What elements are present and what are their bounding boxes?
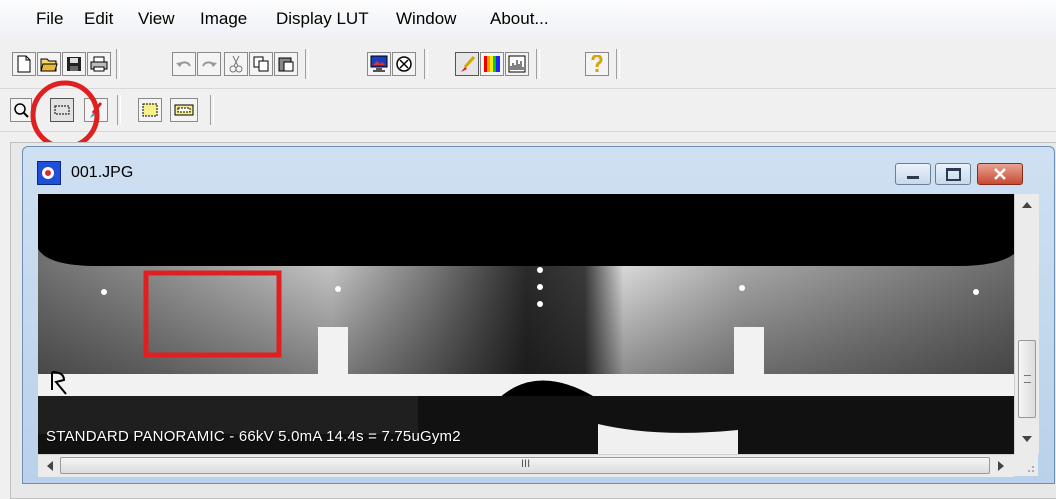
vertical-scrollbar[interactable] [1014, 194, 1039, 454]
rectangle-select-icon[interactable] [50, 98, 74, 122]
restore-icon [945, 167, 961, 181]
close-icon [994, 168, 1006, 180]
menu-image[interactable]: Image [200, 9, 247, 29]
scroll-down-icon[interactable] [1022, 436, 1032, 442]
toolbar-separator [536, 49, 540, 79]
menu-about[interactable]: About... [490, 9, 549, 29]
toolbar-separator [616, 49, 620, 79]
toolbar-separator [210, 95, 214, 125]
xray-image [38, 194, 1014, 454]
open-folder-icon[interactable] [37, 52, 61, 76]
document-title: 001.JPG [71, 164, 134, 181]
histogram-icon[interactable] [505, 52, 529, 76]
scroll-thumb-grip: III [521, 458, 531, 470]
cancel-circle-icon[interactable] [392, 52, 416, 76]
minimize-icon [907, 175, 919, 179]
save-disk-icon[interactable] [62, 52, 86, 76]
toolbar-separator [424, 49, 428, 79]
scroll-left-icon[interactable] [47, 461, 53, 471]
copy-icon[interactable] [249, 52, 273, 76]
toolbar-separator [116, 49, 120, 79]
restore-button[interactable] [935, 163, 971, 185]
vertical-scroll-thumb[interactable] [1018, 340, 1036, 418]
menu-display-lut[interactable]: Display LUT [276, 9, 369, 29]
cut-icon[interactable] [224, 52, 248, 76]
help-question-icon[interactable] [585, 52, 609, 76]
close-button[interactable] [977, 163, 1023, 185]
xray-image-canvas[interactable]: STANDARD PANORAMIC - 66kV 5.0mA 14.4s = … [38, 194, 1014, 454]
monitor-display-icon[interactable] [367, 52, 391, 76]
pen-annotate-icon[interactable] [84, 98, 108, 122]
scroll-right-icon[interactable] [998, 461, 1004, 471]
scroll-up-icon[interactable] [1022, 202, 1032, 208]
menu-window[interactable]: Window [396, 9, 456, 29]
new-document-icon[interactable] [12, 52, 36, 76]
tools-toolbar [0, 89, 1056, 132]
undo-icon[interactable] [172, 52, 196, 76]
menu-view[interactable]: View [138, 9, 175, 29]
document-app-icon [37, 161, 61, 185]
redo-icon[interactable] [197, 52, 221, 76]
horizontal-scrollbar[interactable]: III [38, 454, 1014, 477]
zoom-magnifier-icon[interactable] [10, 98, 32, 122]
lut-colors-icon[interactable] [480, 52, 504, 76]
menu-bar: File Edit View Image Display LUT Window … [0, 0, 1056, 40]
paste-icon[interactable] [274, 52, 298, 76]
menu-edit[interactable]: Edit [84, 9, 113, 29]
yellow-roi-icon[interactable] [138, 98, 162, 122]
minimize-button[interactable] [895, 163, 931, 185]
brush-icon[interactable] [455, 52, 479, 76]
main-toolbar [0, 40, 1056, 89]
image-caption: STANDARD PANORAMIC - 66kV 5.0mA 14.4s = … [46, 428, 461, 445]
print-icon[interactable] [87, 52, 111, 76]
menu-file[interactable]: File [36, 9, 63, 29]
toolbar-separator [117, 95, 121, 125]
resize-grip[interactable] [1014, 454, 1038, 476]
toolbar-separator [305, 49, 309, 79]
yellow-frame-icon[interactable] [170, 98, 198, 122]
horizontal-scroll-thumb[interactable]: III [60, 457, 990, 474]
